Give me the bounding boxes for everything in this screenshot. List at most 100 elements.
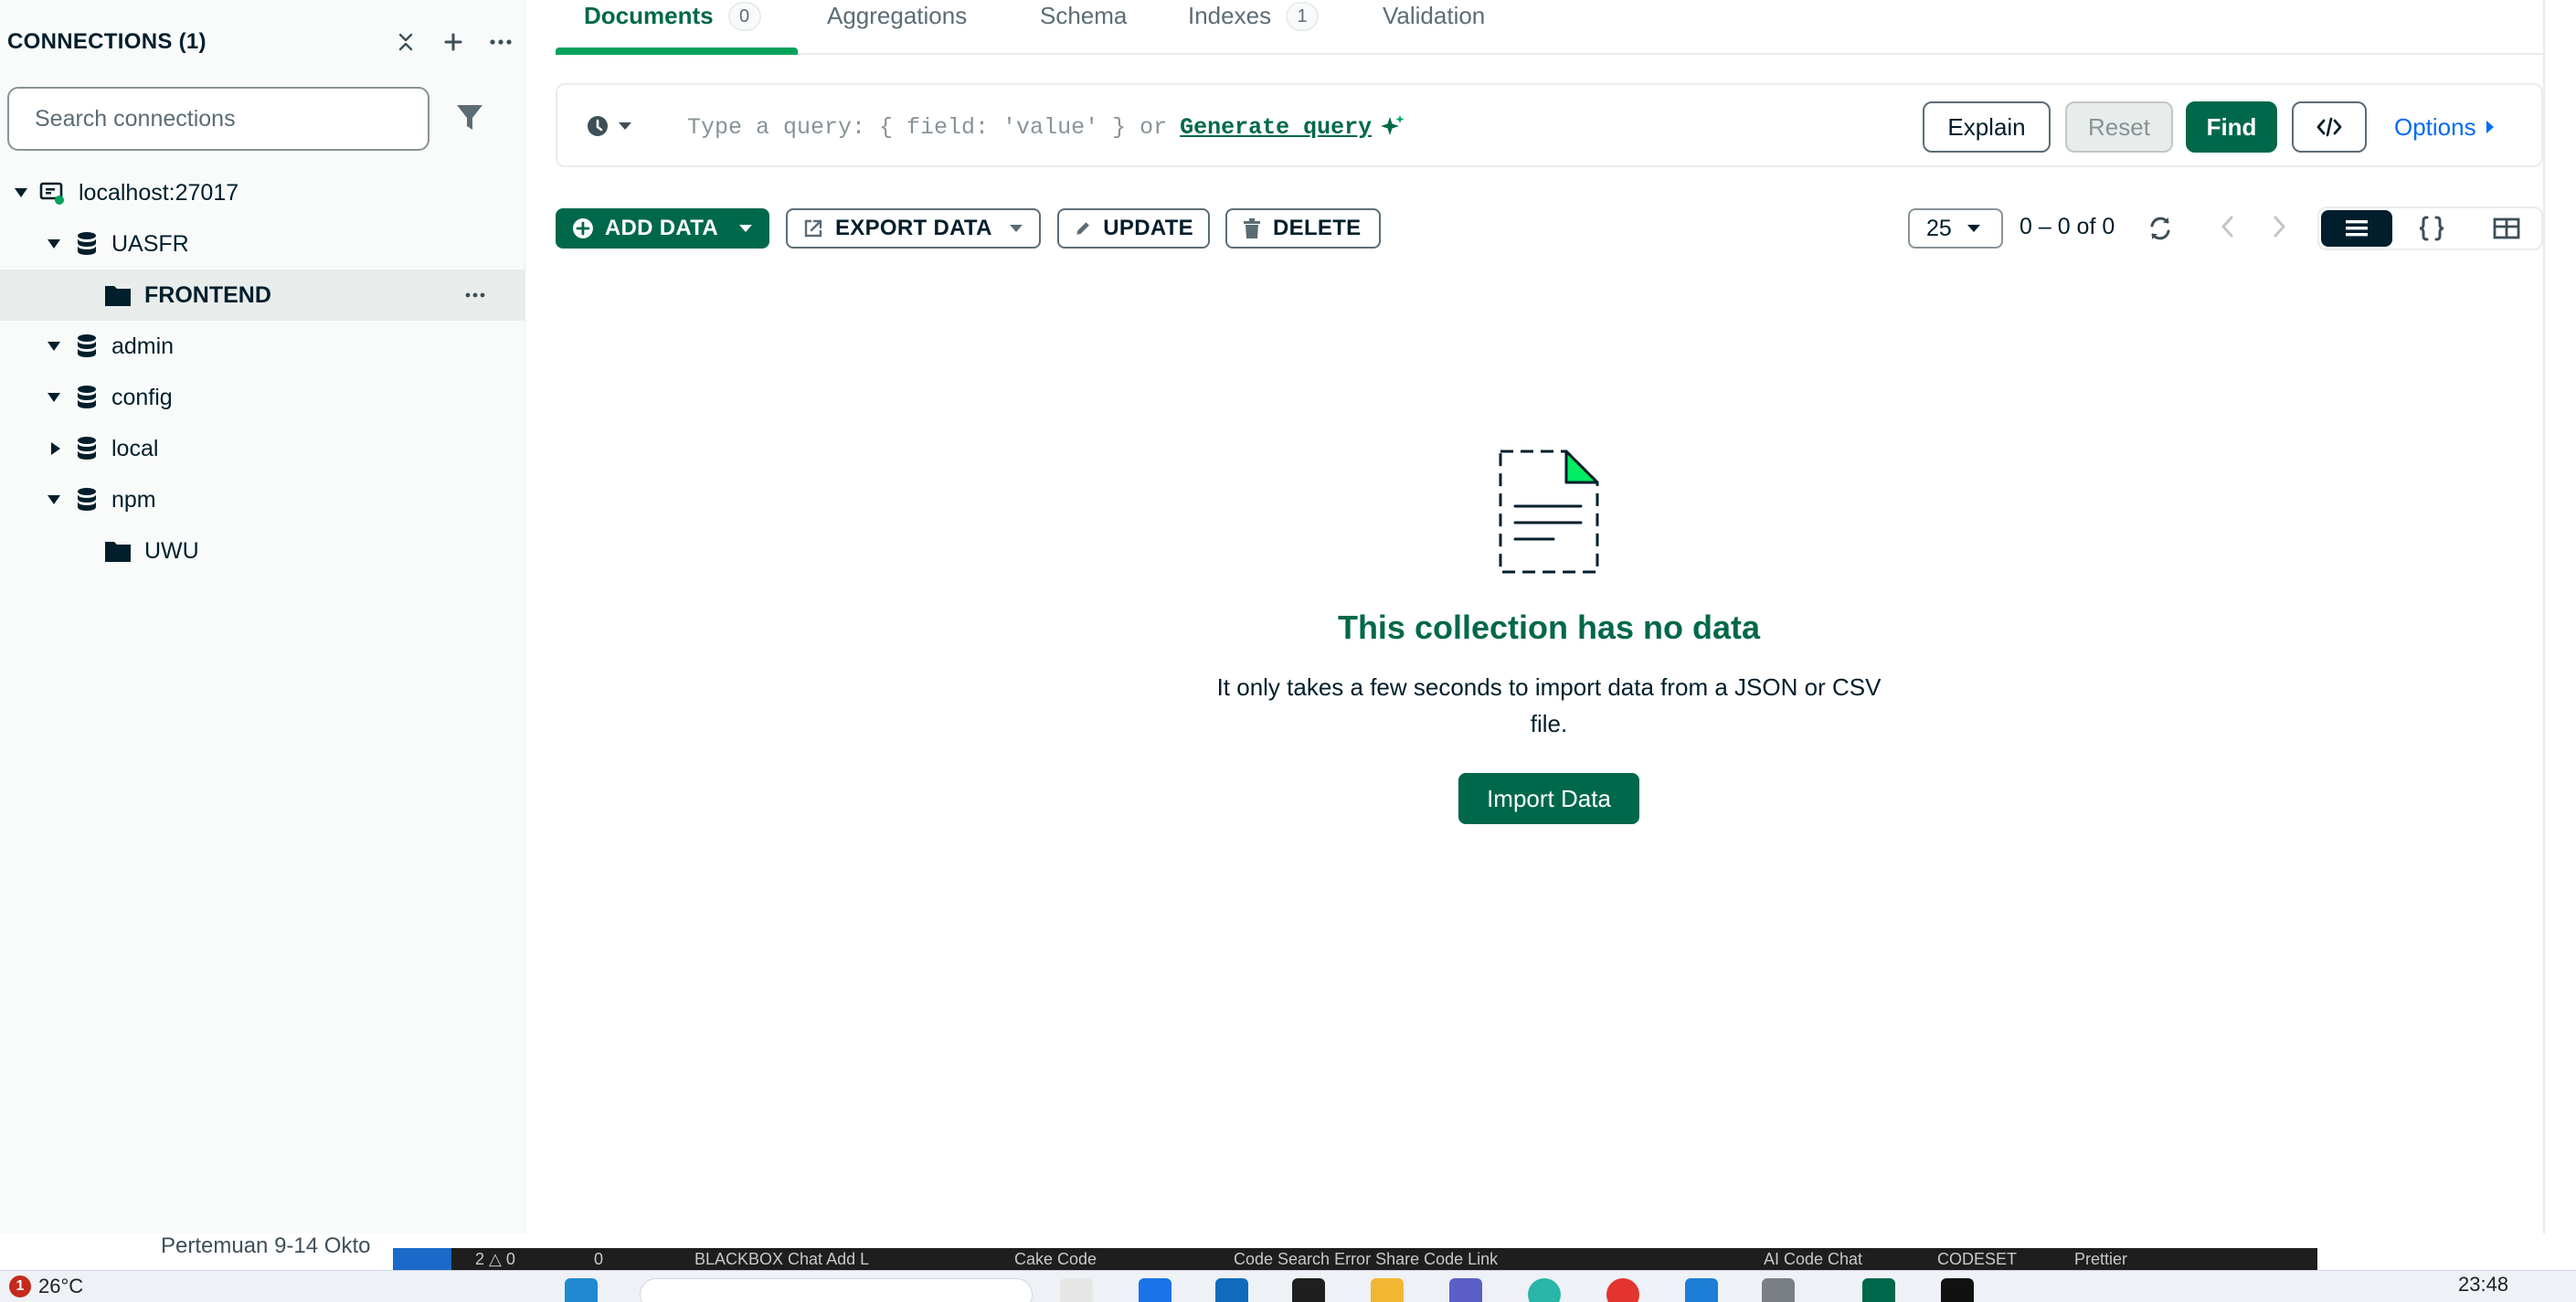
background-window-text: Pertemuan 9-14 Okto (161, 1233, 371, 1258)
tab-documents[interactable]: Documents 0 (584, 0, 761, 55)
tree-item-database[interactable]: npm (0, 474, 525, 525)
caret-down-icon[interactable] (46, 492, 62, 508)
store-icon[interactable] (1215, 1278, 1248, 1302)
caret-down-icon[interactable] (46, 338, 62, 355)
tree-item-label: admin (111, 333, 175, 359)
table-view-button[interactable] (2471, 210, 2542, 247)
chevron-down-icon (1009, 225, 1023, 232)
tab-label: Schema (1040, 2, 1128, 29)
export-data-label: EXPORT DATA (835, 216, 992, 240)
status-ai-chat: AI Code Chat (1764, 1250, 1863, 1268)
previous-page-icon[interactable] (2217, 212, 2239, 241)
connections-sidebar: CONNECTIONS (1) Search connections local… (0, 0, 525, 1248)
code-icon (2316, 117, 2342, 137)
tree-item-label: FRONTEND (144, 281, 271, 308)
tab-aggregations[interactable]: Aggregations (827, 0, 967, 55)
connections-title: CONNECTIONS (1) (7, 29, 207, 54)
caret-down-icon[interactable] (46, 389, 62, 406)
tree-item-database[interactable]: local (0, 423, 525, 474)
view-toggle (2317, 206, 2543, 250)
edge-icon[interactable] (1528, 1278, 1561, 1302)
start-icon[interactable] (565, 1278, 598, 1302)
explain-button[interactable]: Explain (1923, 101, 2051, 153)
tree-item-database[interactable]: config (0, 372, 525, 423)
folder-icon (104, 537, 132, 565)
app-icon[interactable] (1762, 1278, 1795, 1302)
export-to-language-button[interactable] (2292, 101, 2367, 153)
table-icon (2493, 217, 2520, 239)
query-input[interactable]: Type a query: { field: 'value' } or Gene… (687, 111, 1406, 143)
app-icon[interactable] (1139, 1278, 1171, 1302)
explorer-icon[interactable] (1371, 1278, 1404, 1302)
compass-icon[interactable] (1862, 1278, 1895, 1302)
tree-item-label: npm (111, 486, 156, 513)
chevron-down-icon (619, 122, 631, 130)
query-placeholder: Type a query: { field: 'value' } or (687, 113, 1168, 141)
status-codeset: CODESET (1937, 1250, 2018, 1268)
caret-down-icon[interactable] (13, 185, 29, 201)
add-data-button[interactable]: ADD DATA (556, 208, 769, 249)
find-button[interactable]: Find (2186, 101, 2277, 153)
status-cake: Cake Code (1014, 1250, 1097, 1268)
tab-schema[interactable]: Schema (1040, 0, 1127, 55)
collection-more-icon[interactable] (461, 282, 489, 308)
page-size-value: 25 (1926, 215, 1952, 241)
tree-item-database[interactable]: admin (0, 321, 525, 372)
caret-right-icon[interactable] (48, 440, 64, 457)
chrome-icon[interactable] (1606, 1278, 1639, 1302)
tree-item-connection[interactable]: localhost:27017 (0, 167, 525, 218)
weather-widget[interactable]: 1 26°C (9, 1275, 83, 1298)
generate-query-link[interactable]: Generate query (1180, 114, 1372, 141)
vscode-icon[interactable] (1685, 1278, 1718, 1302)
reset-button[interactable]: Reset (2065, 101, 2173, 153)
search-placeholder: Search connections (35, 105, 236, 132)
empty-state-description: It only takes a few seconds to import da… (1216, 673, 1882, 737)
add-connection-icon[interactable] (440, 28, 467, 56)
filter-icon[interactable] (455, 102, 484, 135)
refresh-icon[interactable] (2146, 214, 2175, 243)
database-icon (73, 333, 101, 360)
tree-item-label: local (111, 435, 159, 461)
braces-icon (2419, 216, 2444, 241)
temperature: 26°C (38, 1275, 84, 1297)
page-size-select[interactable]: 25 (1908, 208, 2003, 249)
options-toggle[interactable]: Options (2394, 111, 2495, 143)
list-view-button[interactable] (2321, 210, 2392, 247)
tab-label: Validation (1383, 2, 1486, 29)
tab-validation[interactable]: Validation (1383, 0, 1485, 55)
taskview-icon[interactable] (1060, 1278, 1093, 1302)
pencil-icon (1076, 222, 1089, 235)
next-page-icon[interactable] (2268, 212, 2290, 241)
tree-item-collection-selected[interactable]: FRONTEND (0, 270, 525, 321)
tree-item-label: UASFR (111, 230, 189, 257)
caret-right-icon (2486, 121, 2494, 133)
tree-item-database[interactable]: UASFR (0, 218, 525, 270)
documents-toolbar: ADD DATA EXPORT DATA UPDATE DELETE 25 0 … (556, 206, 2543, 250)
delete-label: DELETE (1273, 216, 1362, 240)
search-connections-input[interactable]: Search connections (7, 87, 429, 151)
status-code-tools: Code Search Error Share Code Link (1234, 1250, 1499, 1268)
status-problems: 2 △ 0 (475, 1250, 515, 1268)
more-options-icon[interactable] (487, 28, 514, 56)
tab-label: Indexes (1188, 2, 1272, 29)
teams-icon[interactable] (1449, 1278, 1482, 1302)
json-view-button[interactable] (2396, 210, 2467, 247)
update-label: UPDATE (1103, 216, 1193, 240)
remote-indicator (393, 1248, 451, 1270)
tab-indexes[interactable]: Indexes 1 (1188, 0, 1320, 55)
delete-button[interactable]: DELETE (1225, 208, 1381, 249)
tree-item-label: UWU (144, 537, 199, 564)
add-data-label: ADD DATA (604, 216, 719, 240)
import-data-button[interactable]: Import Data (1458, 773, 1639, 824)
update-button[interactable]: UPDATE (1057, 208, 1210, 249)
app-icon[interactable] (1292, 1278, 1325, 1302)
taskbar-search[interactable] (640, 1278, 1033, 1302)
collapse-all-icon[interactable] (392, 28, 419, 56)
caret-down-icon[interactable] (46, 236, 62, 252)
plus-circle-icon (572, 218, 593, 238)
tree-item-collection[interactable]: UWU (0, 525, 525, 577)
app-icon[interactable] (1941, 1278, 1974, 1302)
documents-count-badge: 0 (727, 2, 761, 31)
export-data-button[interactable]: EXPORT DATA (786, 208, 1041, 249)
query-history-button[interactable] (585, 111, 643, 142)
